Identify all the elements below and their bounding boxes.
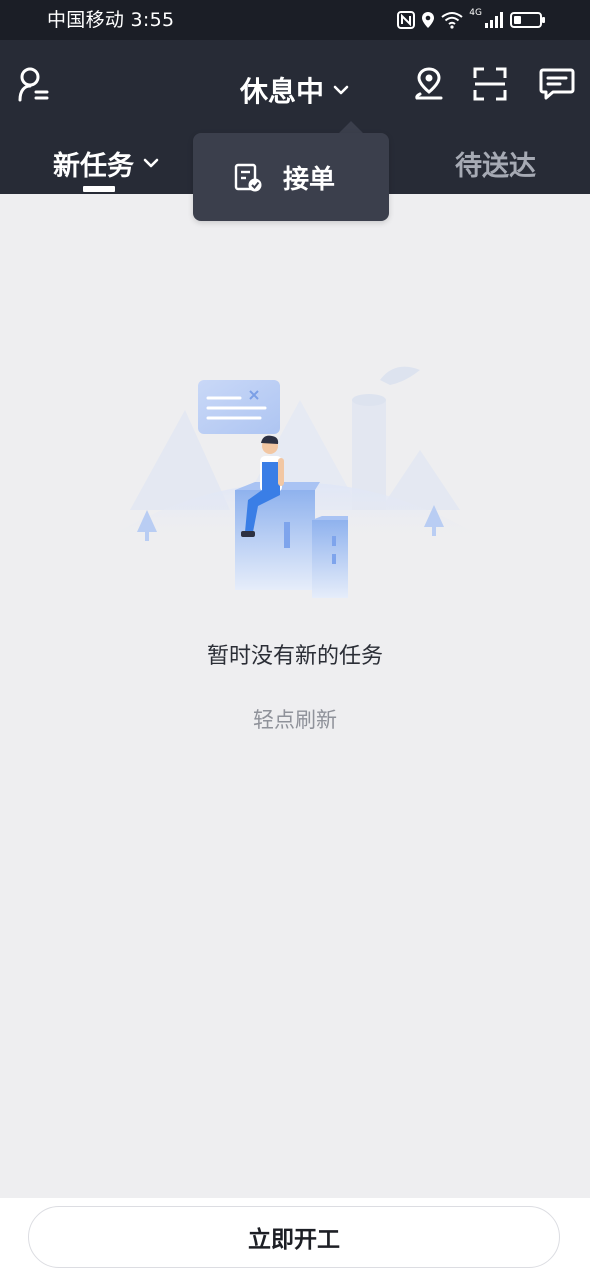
- message-icon[interactable]: [538, 66, 576, 102]
- scan-icon[interactable]: [472, 66, 508, 102]
- profile-icon[interactable]: [16, 66, 50, 102]
- location-status-icon: [422, 12, 435, 28]
- chevron-down-icon: [333, 85, 349, 95]
- status-bar: 中国移动 3:55 4G: [0, 0, 590, 40]
- status-icons: 4G: [397, 8, 546, 32]
- start-work-button[interactable]: 立即开工: [28, 1206, 560, 1268]
- wifi-icon: [441, 12, 463, 29]
- clipboard-check-icon: [234, 163, 262, 192]
- active-tab-indicator: [83, 186, 115, 192]
- carrier-time: 中国移动 3:55: [47, 9, 175, 31]
- popup-arrow: [339, 121, 363, 133]
- nfc-icon: [397, 11, 416, 29]
- accept-order-label: 接单: [283, 164, 336, 195]
- tab-to-deliver[interactable]: 待送达: [455, 140, 536, 186]
- signal-icon: [485, 12, 503, 28]
- work-status-label: 休息中: [240, 75, 325, 108]
- empty-state-title: 暂时没有新的任务: [206, 644, 383, 669]
- work-status-dropdown[interactable]: 休息中: [240, 70, 350, 110]
- empty-tasks-illustration: [95, 366, 495, 598]
- accept-order-menu-item[interactable]: 接单: [193, 133, 389, 221]
- chevron-down-icon: [143, 158, 159, 168]
- tab-new-tasks-label: 新任务: [53, 150, 134, 182]
- refresh-link[interactable]: 轻点刷新: [0, 704, 590, 734]
- battery-icon: [510, 12, 545, 28]
- tab-new-tasks[interactable]: 新任务: [53, 140, 160, 186]
- network-label: 4G: [469, 8, 482, 18]
- location-pin-icon[interactable]: [412, 66, 446, 102]
